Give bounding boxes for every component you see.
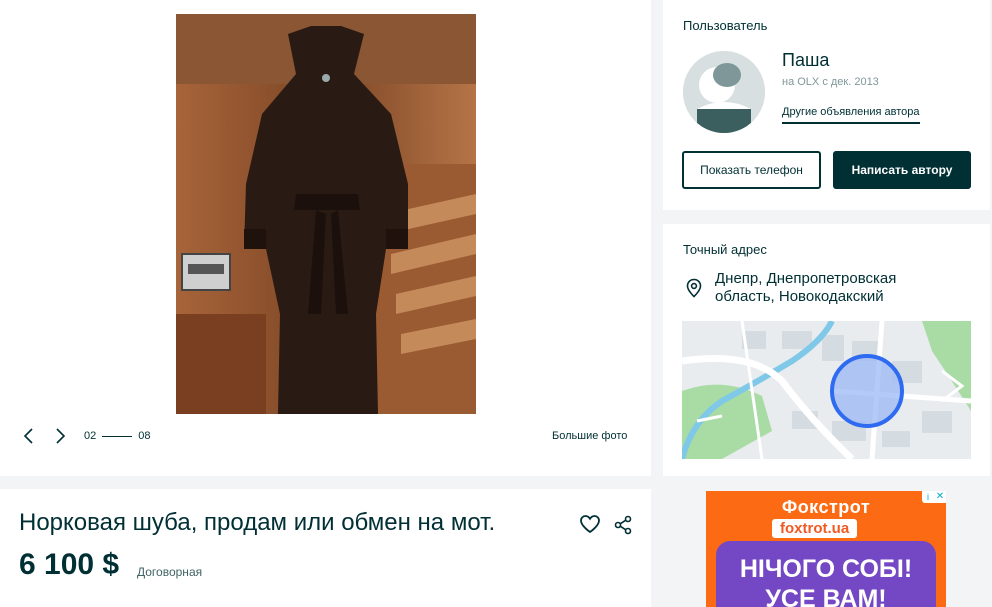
ad-info-icon[interactable]: i bbox=[922, 491, 934, 503]
location-map[interactable] bbox=[682, 321, 971, 459]
favorite-heart-icon[interactable] bbox=[579, 514, 601, 534]
banner-site: foxtrot.ua bbox=[772, 519, 858, 538]
listing-price: 6 100 $ bbox=[19, 548, 120, 581]
advertisement-banner[interactable]: Фокстрот foxtrot.ua НІЧОГО СОБІ! УСЕ ВАМ… bbox=[706, 491, 946, 607]
chevron-right-icon bbox=[56, 428, 66, 444]
photo-counter-total: 08 bbox=[138, 430, 151, 442]
user-card: Пользователь Паша на OLX с дек. 2013 Дру… bbox=[663, 0, 990, 210]
user-section-title: Пользователь bbox=[683, 18, 768, 33]
user-name: Паша bbox=[782, 50, 830, 70]
other-ads-link[interactable]: Другие объявления автора bbox=[782, 106, 920, 124]
chevron-left-icon bbox=[23, 428, 33, 444]
share-icon[interactable] bbox=[613, 515, 633, 535]
banner-brand: Фокстрот bbox=[781, 497, 871, 517]
user-member-since: на OLX с дек. 2013 bbox=[782, 76, 879, 88]
photo-counter-current: 02 bbox=[84, 430, 97, 442]
avatar[interactable] bbox=[683, 51, 765, 133]
photo-gallery: 02 08 Большие фото bbox=[0, 0, 651, 476]
bigger-photos-link[interactable]: Большие фото bbox=[552, 430, 627, 442]
photo-counter: 02 08 bbox=[84, 430, 151, 442]
photo-counter-divider bbox=[102, 435, 133, 437]
message-author-button[interactable]: Написать автору bbox=[833, 151, 971, 189]
banner-headline: НІЧОГО СОБІ! bbox=[739, 555, 913, 583]
map-area-circle bbox=[830, 354, 904, 428]
listing-title-card: Норковая шуба, продам или обмен на мот. … bbox=[0, 489, 651, 607]
address-section-title: Точный адрес bbox=[683, 242, 767, 257]
prev-photo-button[interactable] bbox=[20, 426, 38, 446]
address-text: Днепр, Днепропетровская область, Новокод… bbox=[715, 270, 897, 305]
next-photo-button[interactable] bbox=[51, 426, 69, 446]
listing-photo[interactable] bbox=[176, 14, 476, 414]
negotiable-label: Договорная bbox=[137, 565, 203, 579]
show-phone-button[interactable]: Показать телефон bbox=[682, 151, 821, 189]
location-pin-icon bbox=[686, 278, 702, 298]
listing-title: Норковая шуба, продам или обмен на мот. bbox=[19, 509, 496, 536]
ad-close-icon[interactable]: ✕ bbox=[934, 491, 946, 503]
address-card: Точный адрес Днепр, Днепропетровская обл… bbox=[663, 224, 990, 476]
banner-subheadline: УСЕ ВАМ! bbox=[765, 585, 887, 607]
avatar-placeholder-icon bbox=[683, 51, 765, 133]
